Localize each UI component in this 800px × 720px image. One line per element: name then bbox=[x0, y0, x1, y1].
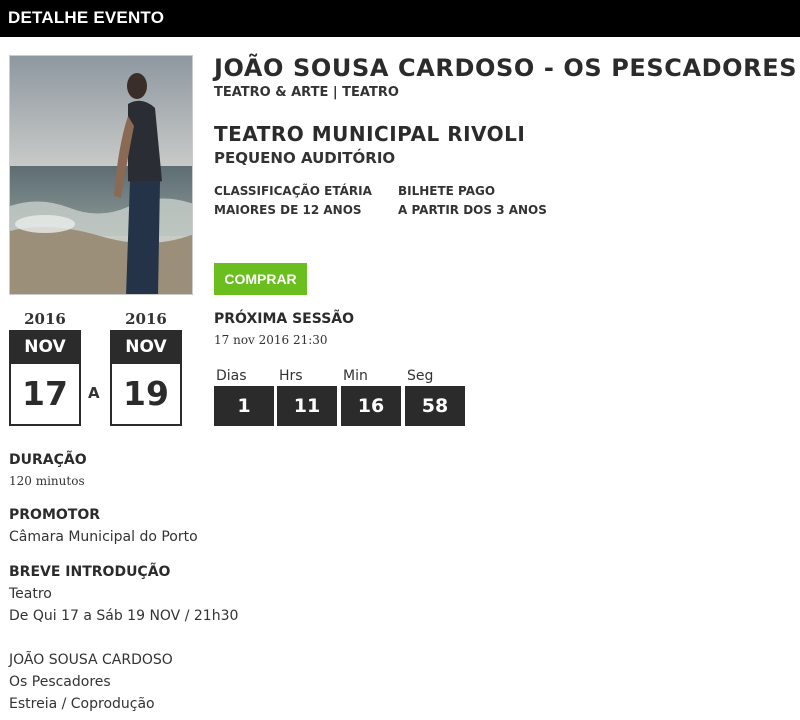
duration-label: DURAÇÃO bbox=[9, 452, 87, 468]
date-range-separator: A bbox=[88, 384, 100, 402]
intro-label: BREVE INTRODUÇÃO bbox=[9, 564, 171, 580]
next-session-label: PRÓXIMA SESSÃO bbox=[214, 311, 355, 327]
end-date-year: 2016 bbox=[125, 310, 167, 328]
description-line: Estreia / Coprodução bbox=[9, 696, 155, 712]
ticket-value: A PARTIR DOS 3 ANOS bbox=[398, 203, 547, 217]
promoter-label: PROMOTOR bbox=[9, 507, 101, 523]
event-category: TEATRO & ARTE | TEATRO bbox=[214, 85, 399, 100]
countdown-minutes-value: 16 bbox=[341, 386, 401, 426]
countdown-hours-value: 11 bbox=[277, 386, 337, 426]
page-header: DETALHE EVENTO bbox=[0, 0, 800, 37]
intro-line: De Qui 17 a Sáb 19 NOV / 21h30 bbox=[9, 608, 239, 624]
ticket-label: BILHETE PAGO bbox=[398, 184, 496, 198]
description-line: Os Pescadores bbox=[9, 674, 111, 690]
buy-button[interactable]: COMPRAR bbox=[214, 263, 307, 295]
age-rating-value: MAIORES DE 12 ANOS bbox=[214, 203, 362, 217]
event-room: PEQUENO AUDITÓRIO bbox=[214, 149, 396, 167]
page-header-title: DETALHE EVENTO bbox=[8, 8, 165, 27]
event-title: JOÃO SOUSA CARDOSO - OS PESCADORES bbox=[214, 54, 798, 82]
countdown-days-label: Dias bbox=[216, 368, 247, 384]
duration-value: 120 minutos bbox=[9, 474, 85, 488]
end-date-day: 19 bbox=[110, 364, 182, 426]
start-date: 2016 NOV 17 bbox=[9, 308, 81, 426]
promoter-value: Câmara Municipal do Porto bbox=[9, 529, 198, 545]
countdown-seconds-value: 58 bbox=[405, 386, 465, 426]
event-venue: TEATRO MUNICIPAL RIVOLI bbox=[214, 122, 526, 146]
end-date: 2016 NOV 19 bbox=[110, 308, 182, 426]
countdown-seconds-label: Seg bbox=[407, 368, 434, 384]
countdown-hours-label: Hrs bbox=[279, 368, 303, 384]
start-date-year: 2016 bbox=[24, 310, 66, 328]
age-rating-label: CLASSIFICAÇÃO ETÁRIA bbox=[214, 184, 372, 198]
event-poster-image bbox=[9, 55, 193, 295]
intro-line: Teatro bbox=[9, 586, 52, 602]
start-date-day: 17 bbox=[9, 364, 81, 426]
countdown-days-value: 1 bbox=[214, 386, 274, 426]
description-line: JOÃO SOUSA CARDOSO bbox=[9, 652, 173, 668]
start-date-month: NOV bbox=[9, 330, 81, 364]
end-date-month: NOV bbox=[110, 330, 182, 364]
countdown-minutes-label: Min bbox=[343, 368, 368, 384]
next-session-datetime: 17 nov 2016 21:30 bbox=[214, 333, 328, 347]
